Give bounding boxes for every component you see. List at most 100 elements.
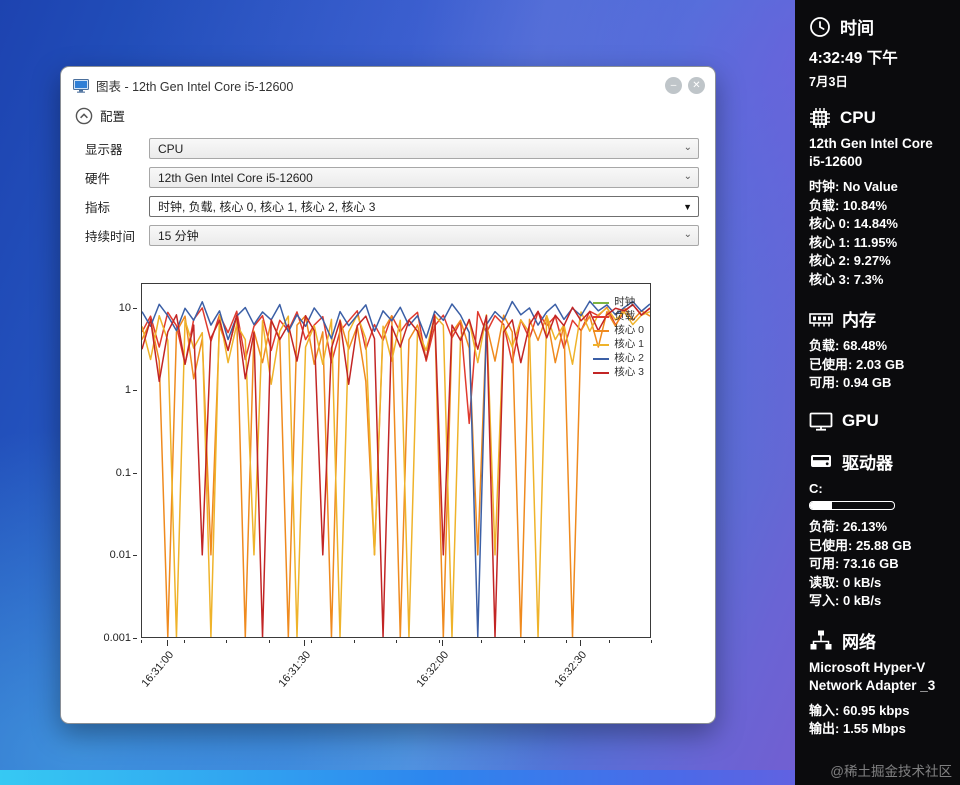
cpu-name: 12th Gen Intel Core i5-12600 xyxy=(809,136,933,169)
stat-label: 核心 2: xyxy=(809,253,851,268)
legend-label: 负载 xyxy=(614,310,636,322)
config-section-toggle[interactable]: 配置 xyxy=(75,106,715,125)
chevron-down-icon: ⌄ xyxy=(683,171,692,182)
hardware-label: 硬件 xyxy=(85,172,111,186)
cpu-stat-row: 时钟: No Value xyxy=(809,178,950,197)
close-button[interactable]: ✕ xyxy=(688,77,705,94)
clock-icon xyxy=(809,16,831,38)
x-tick-label: 16:31:00 xyxy=(138,649,176,690)
drive-icon xyxy=(809,450,833,472)
chart-lines xyxy=(142,300,650,637)
x-tick-label: 16:32:30 xyxy=(552,649,589,690)
legend-item: 核心 2 xyxy=(593,352,644,365)
y-tick-label: 0.001 xyxy=(103,632,131,644)
x-minor-tick xyxy=(566,640,567,643)
stat-value: 26.13% xyxy=(842,519,888,534)
drive-stat-row: 读取: 0 kB/s xyxy=(809,574,950,593)
collapse-chevron-icon xyxy=(75,107,93,125)
x-minor-tick xyxy=(226,640,227,643)
legend-label: 核心 3 xyxy=(614,366,644,378)
legend-swatch xyxy=(593,343,610,346)
x-minor-tick xyxy=(268,640,270,643)
memory-stat-row: 已使用: 2.03 GB xyxy=(809,356,950,375)
minimize-icon: – xyxy=(670,80,677,91)
hardware-value: 12th Gen Intel Core i5-12600 xyxy=(158,170,313,185)
cpu-stat-row: 核心 2: 9.27% xyxy=(809,252,950,271)
duration-dropdown[interactable]: 15 分钟 ⌄ xyxy=(149,225,699,246)
gpu-section: GPU xyxy=(809,410,950,432)
drive-usage-bar xyxy=(809,501,895,510)
x-tick-label: 16:31:30 xyxy=(276,649,314,690)
stat-label: 可用: xyxy=(809,556,840,571)
stat-value: 0 kB/s xyxy=(842,574,882,590)
hardware-row: 硬件 12th Gen Intel Core i5-12600 ⌄ xyxy=(85,167,699,188)
stat-value: 11.95% xyxy=(853,234,898,250)
drive-letter: C: xyxy=(809,480,823,496)
y-tick-label: 0.01 xyxy=(109,549,131,562)
time-section-title: 时间 xyxy=(840,19,874,38)
cpu-chip-icon xyxy=(809,107,831,129)
gpu-monitor-icon xyxy=(809,410,833,432)
legend-swatch xyxy=(593,315,610,318)
x-tick-mark xyxy=(441,640,443,646)
legend-swatch xyxy=(593,357,610,360)
stat-value: 60.95 kbps xyxy=(842,702,910,718)
chart-legend: 时钟 负载核心 0 核心 1 核心 2 核心 3 xyxy=(593,296,644,379)
duration-label: 持续时间 xyxy=(85,230,136,244)
drive-usage-fill xyxy=(810,502,832,509)
drive-stat-row: 已使用: 25.88 GB xyxy=(809,537,950,556)
stat-value: 2.03 GB xyxy=(855,356,905,372)
time-section: 时间 4:32:49 下午 7月3日 xyxy=(809,14,950,90)
stat-value: 10.84% xyxy=(842,197,888,213)
network-adapter-name: Microsoft Hyper-V Network Adapter _3 xyxy=(809,659,936,693)
y-tick-label: 1 xyxy=(124,384,131,397)
x-tick-mark xyxy=(166,640,168,646)
hardware-dropdown[interactable]: 12th Gen Intel Core i5-12600 ⌄ xyxy=(149,167,699,188)
metrics-row: 指标 时钟, 负载, 核心 0, 核心 1, 核心 2, 核心 3 ▼ xyxy=(85,196,699,217)
stat-value: 0 kB/s xyxy=(842,593,882,608)
metrics-dropdown[interactable]: 时钟, 负载, 核心 0, 核心 1, 核心 2, 核心 3 ▼ xyxy=(149,196,699,217)
stat-label: 可用: xyxy=(809,375,840,390)
display-dropdown[interactable]: CPU ⌄ xyxy=(149,138,699,159)
config-form: 显示器 CPU ⌄ 硬件 12th Gen Intel Core i5-1260… xyxy=(61,138,715,246)
desktop-background: 图表 - 12th Gen Intel Core i5-12600 – ✕ 配置… xyxy=(0,0,960,785)
chart-y-axis: 10 1 0.1 0.01 0.001 xyxy=(89,283,137,644)
x-minor-tick xyxy=(438,640,440,643)
drive-stat-row: 写入: 0 kB/s xyxy=(809,592,950,611)
drive-section-title: 驱动器 xyxy=(842,453,893,473)
legend-label: 核心 1 xyxy=(614,338,644,350)
display-value: CPU xyxy=(158,141,184,156)
stat-value: 14.84% xyxy=(853,216,898,231)
drive-section: 驱动器 C: 负荷: 26.13% 已使用: 25.88 GB 可用: 73.1… xyxy=(809,449,950,611)
stat-label: 输出: xyxy=(809,721,840,736)
legend-swatch xyxy=(593,301,610,304)
stat-value: 25.88 GB xyxy=(855,537,912,553)
window-titlebar[interactable]: 图表 - 12th Gen Intel Core i5-12600 – ✕ xyxy=(61,67,715,99)
stat-value: 7.3% xyxy=(853,271,884,287)
stat-label: 写入: xyxy=(809,593,840,608)
chevron-down-icon: ⌄ xyxy=(683,229,692,240)
network-section-title: 网络 xyxy=(842,632,876,652)
cpu-stat-row: 核心 1: 11.95% xyxy=(809,234,950,253)
metrics-label: 指标 xyxy=(85,201,111,215)
x-minor-tick xyxy=(141,640,142,643)
config-label: 配置 xyxy=(100,110,126,124)
stat-label: 负荷: xyxy=(809,519,840,534)
y-tick-mark xyxy=(133,638,137,639)
chart-plot: 时钟 负载核心 0 核心 1 核心 2 核心 3 xyxy=(141,283,651,638)
close-icon: ✕ xyxy=(692,80,701,91)
x-minor-tick xyxy=(608,640,610,643)
cpu-stat-row: 负载: 10.84% xyxy=(809,197,950,216)
duration-row: 持续时间 15 分钟 ⌄ xyxy=(85,225,699,246)
y-tick-mark xyxy=(133,390,137,392)
memory-stat-row: 负载: 68.48% xyxy=(809,337,950,356)
minimize-button[interactable]: – xyxy=(665,77,682,94)
x-minor-tick xyxy=(396,640,397,643)
watermark: @稀土掘金技术社区 xyxy=(830,764,952,779)
legend-item: 核心 0 xyxy=(593,324,644,337)
chart-window: 图表 - 12th Gen Intel Core i5-12600 – ✕ 配置… xyxy=(60,66,716,724)
stat-label: 时钟: xyxy=(809,179,840,194)
memory-section-title: 内存 xyxy=(842,311,876,330)
stat-label: 核心 1: xyxy=(809,234,851,250)
legend-item: 时钟 xyxy=(593,296,644,309)
